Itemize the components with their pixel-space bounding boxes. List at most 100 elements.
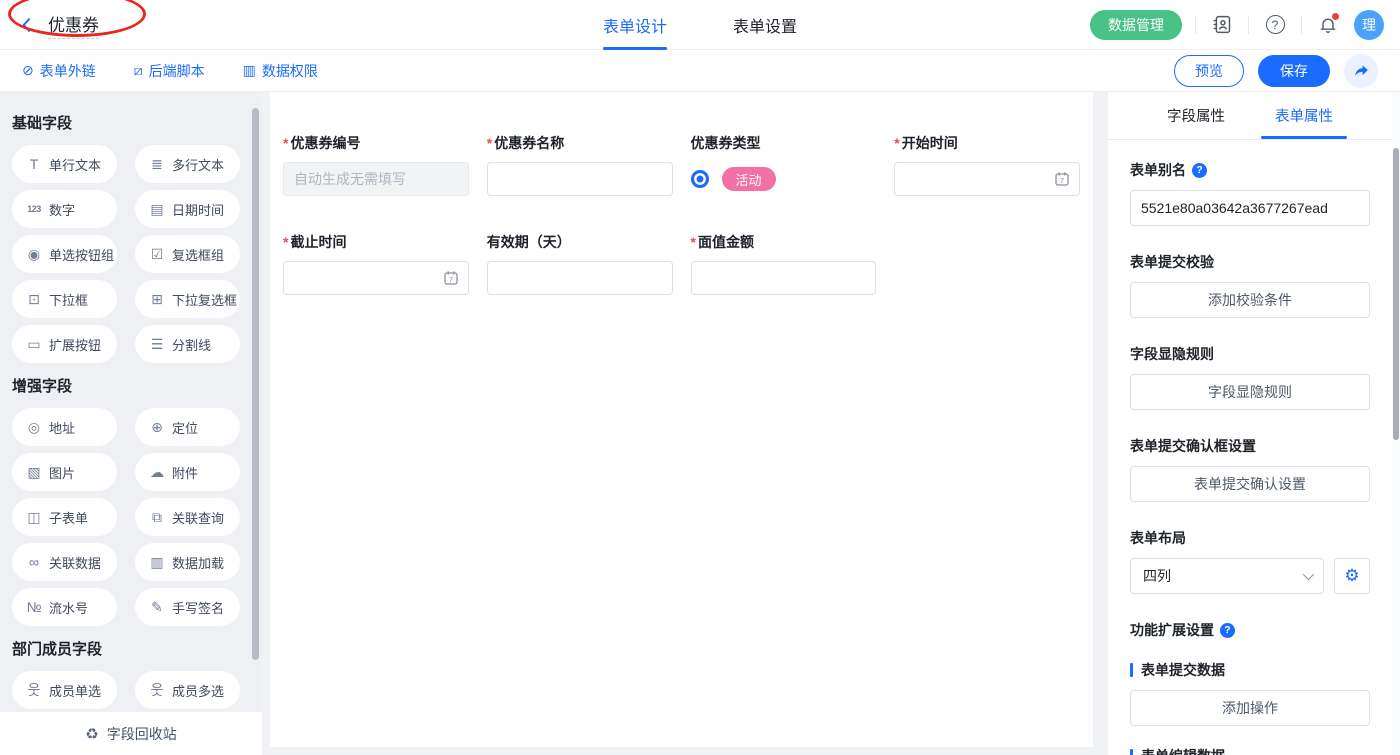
- sidebar-item-image[interactable]: ▧图片: [12, 453, 117, 491]
- field-label-text: 截止时间: [290, 234, 346, 250]
- tab-field-properties[interactable]: 字段属性: [1167, 92, 1225, 139]
- add-validation-button[interactable]: 添加校验条件: [1130, 282, 1370, 318]
- field-label-text: 有效期（天）: [487, 234, 571, 250]
- extension-help-icon[interactable]: ?: [1220, 623, 1235, 638]
- share-icon: [1353, 62, 1370, 79]
- field-label-text: 优惠券类型: [691, 135, 761, 151]
- field-start-time[interactable]: *开始时间 7: [894, 133, 1080, 196]
- sidebar-item-multi-line-text[interactable]: ≣多行文本: [135, 145, 240, 183]
- start-time-input[interactable]: 7: [894, 162, 1080, 196]
- face-value-input[interactable]: [691, 261, 877, 295]
- field-sidebar: 基础字段 T单行文本 ≣多行文本 123数字 ▤日期时间 ◉单选按钮组 ☑复选框…: [0, 92, 262, 755]
- sidebar-item-member-multi[interactable]: 웃成员多选: [135, 671, 240, 709]
- field-face-value[interactable]: *面值金额: [691, 232, 877, 295]
- form-canvas[interactable]: *优惠券编号 *优惠券名称 优惠券类型 活动: [270, 92, 1093, 747]
- backend-script-button[interactable]: ⧄ 后端脚本: [134, 61, 205, 81]
- field-coupon-id[interactable]: *优惠券编号: [283, 133, 469, 196]
- layout-settings-button[interactable]: ⚙: [1334, 558, 1370, 594]
- save-button[interactable]: 保存: [1258, 55, 1330, 87]
- coupon-type-options: 活动: [691, 162, 877, 196]
- divider: [1195, 16, 1196, 34]
- section-title-enhanced-fields: 增强字段: [12, 375, 262, 396]
- field-label: *截止时间: [283, 232, 469, 252]
- sidebar-item-member-single[interactable]: 웃成员单选: [12, 671, 117, 709]
- field-label-text: 优惠券名称: [494, 135, 564, 151]
- sidebar-item-linked-data[interactable]: ∞ 关联数据: [12, 543, 117, 581]
- tab-form-design-label: 表单设计: [603, 13, 667, 37]
- properties-tabs: 字段属性 表单属性: [1108, 92, 1392, 140]
- field-label: *优惠券名称: [487, 133, 673, 153]
- sidebar-scrollbar[interactable]: [252, 108, 259, 660]
- notification-dot: [1332, 13, 1339, 20]
- coupon-type-option-tag[interactable]: 活动: [722, 167, 776, 191]
- form-layout-label: 表单布局: [1130, 528, 1370, 548]
- field-recycle-bin[interactable]: ♻ 字段回收站: [0, 712, 262, 755]
- share-button[interactable]: [1344, 54, 1378, 88]
- field-label-text: 面值金额: [698, 234, 754, 250]
- visibility-rules-label: 字段显隐规则: [1130, 344, 1370, 364]
- coupon-name-input[interactable]: [487, 162, 673, 196]
- sidebar-item-select[interactable]: ⊡下拉框: [12, 280, 117, 318]
- header: 优惠券 表单设计 表单设置 数据管理 ?: [0, 0, 1400, 50]
- sidebar-item-datetime[interactable]: ▤日期时间: [135, 190, 240, 228]
- radio-selected-icon[interactable]: [691, 170, 709, 188]
- sidebar-item-data-load[interactable]: ▥数据加载: [135, 543, 240, 581]
- field-label: *开始时间: [894, 133, 1080, 153]
- sidebar-item-multi-select[interactable]: ⊞下拉复选框: [135, 280, 240, 318]
- form-alias-input[interactable]: [1130, 190, 1370, 226]
- tab-form-settings-label: 表单设置: [733, 13, 797, 37]
- field-coupon-type[interactable]: 优惠券类型 活动: [691, 133, 877, 196]
- visibility-rules-button[interactable]: 字段显隐规则: [1130, 374, 1370, 410]
- tab-form-design[interactable]: 表单设计: [603, 0, 667, 50]
- sidebar-item-address[interactable]: ◎地址: [12, 408, 117, 446]
- sidebar-item-attachment[interactable]: ☁附件: [135, 453, 240, 491]
- sidebar-item-signature[interactable]: ✎手写签名: [135, 588, 240, 626]
- sidebar-item-subform[interactable]: ◫子表单: [12, 498, 117, 536]
- item-label: 分割线: [172, 335, 211, 354]
- sidebar-item-serial-number[interactable]: №流水号: [12, 588, 117, 626]
- sidebar-item-single-line-text[interactable]: T单行文本: [12, 145, 117, 183]
- item-label: 关联数据: [49, 553, 101, 572]
- address-book-icon[interactable]: [1209, 12, 1235, 38]
- data-permission-button[interactable]: ▥ 数据权限: [243, 61, 318, 81]
- sidebar-item-divider-line[interactable]: ☰分割线: [135, 325, 240, 363]
- avatar[interactable]: 理: [1354, 10, 1384, 40]
- external-link-button[interactable]: ⊘ 表单外链: [22, 61, 96, 81]
- linked-data-icon: ∞: [26, 554, 42, 570]
- multi-line-text-icon: ≣: [149, 156, 165, 173]
- page-scrollbar[interactable]: [1392, 92, 1400, 755]
- header-right: 数据管理 ? 理: [1090, 10, 1384, 40]
- field-end-time[interactable]: *截止时间 7: [283, 232, 469, 295]
- preview-button[interactable]: 预览: [1174, 55, 1244, 87]
- submit-data-add-action-button[interactable]: 添加操作: [1130, 690, 1370, 726]
- form-layout-select[interactable]: 四列: [1130, 558, 1324, 594]
- field-label-text: 优惠券编号: [290, 135, 360, 151]
- select-icon: ⊡: [26, 291, 42, 308]
- data-manage-button[interactable]: 数据管理: [1090, 10, 1182, 40]
- properties-body: 表单别名 ? 表单提交校验 添加校验条件 字段显隐规则 字段显隐规则 表单提交确…: [1108, 140, 1392, 755]
- required-mark: *: [283, 234, 288, 250]
- enhanced-field-grid: ◎地址 ⊕定位 ▧图片 ☁附件 ◫子表单 ⧉关联查询 ∞ 关联数据 ▥数据加载 №…: [12, 408, 262, 626]
- help-icon[interactable]: ?: [1262, 12, 1288, 38]
- item-label: 流水号: [49, 598, 88, 617]
- field-validity-days[interactable]: 有效期（天）: [487, 232, 673, 295]
- field-coupon-name[interactable]: *优惠券名称: [487, 133, 673, 196]
- confirm-settings-button[interactable]: 表单提交确认设置: [1130, 466, 1370, 502]
- sidebar-item-geolocation[interactable]: ⊕定位: [135, 408, 240, 446]
- geolocation-icon: ⊕: [149, 419, 165, 436]
- form-layout-value: 四列: [1143, 566, 1171, 586]
- sidebar-item-extend-button[interactable]: ▭扩展按钮: [12, 325, 117, 363]
- notification-bell-icon[interactable]: [1315, 12, 1341, 38]
- tab-form-settings[interactable]: 表单设置: [733, 0, 797, 50]
- validity-days-input[interactable]: [487, 261, 673, 295]
- submit-data-label-text: 表单提交数据: [1141, 660, 1225, 680]
- sidebar-item-number[interactable]: 123数字: [12, 190, 117, 228]
- sidebar-item-linked-query[interactable]: ⧉关联查询: [135, 498, 240, 536]
- form-alias-help-icon[interactable]: ?: [1192, 163, 1207, 178]
- back-icon[interactable]: [16, 14, 38, 36]
- sidebar-item-radio-group[interactable]: ◉单选按钮组: [12, 235, 117, 273]
- sidebar-item-checkbox-group[interactable]: ☑复选框组: [135, 235, 240, 273]
- end-time-input[interactable]: 7: [283, 261, 469, 295]
- tab-form-properties[interactable]: 表单属性: [1275, 92, 1333, 139]
- page-scrollbar-thumb[interactable]: [1393, 148, 1399, 440]
